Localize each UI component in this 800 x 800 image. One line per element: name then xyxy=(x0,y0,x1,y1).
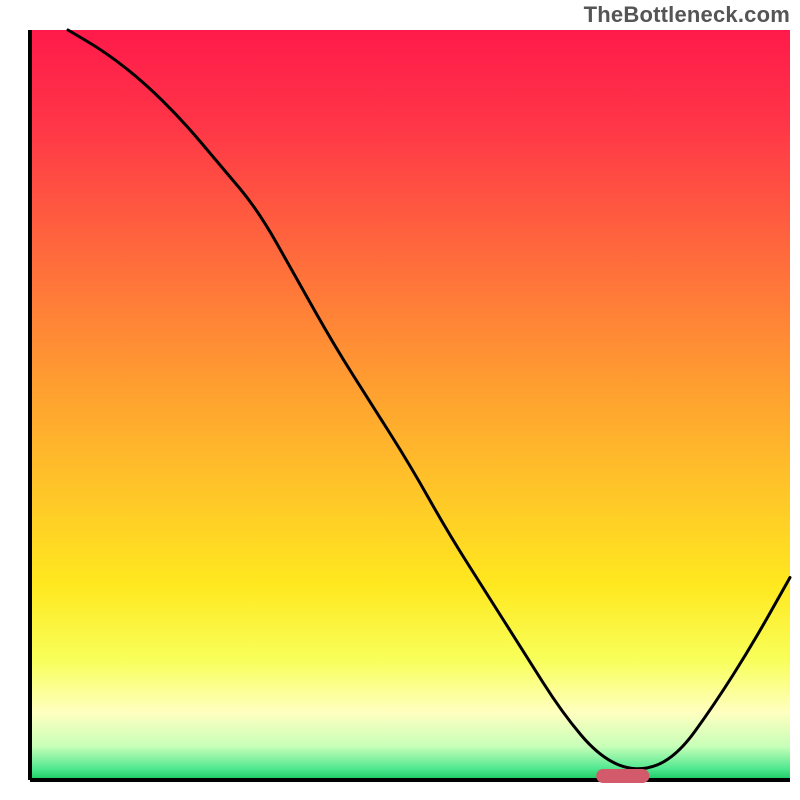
chart-background xyxy=(30,30,790,780)
optimal-marker xyxy=(596,769,649,783)
bottleneck-chart xyxy=(0,0,800,800)
chart-container: TheBottleneck.com xyxy=(0,0,800,800)
